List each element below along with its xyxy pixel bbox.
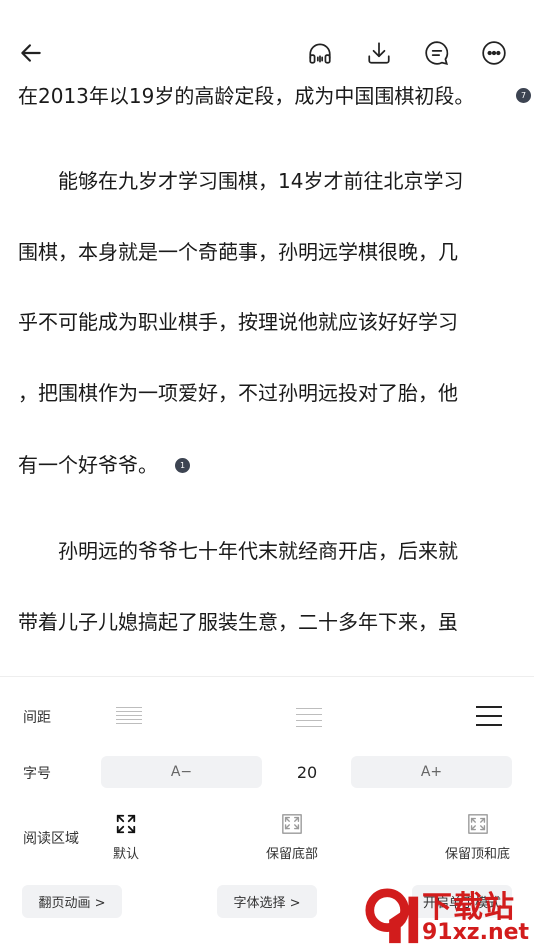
area-default-caption: 默认 [113, 847, 140, 862]
decrease-font-button[interactable]: A− [101, 756, 262, 788]
watermark-url: 91xz.net [422, 920, 530, 945]
expand-icon [116, 814, 136, 834]
area-keep-top-bottom-option[interactable]: 保留顶和底 [445, 813, 510, 862]
note-badge[interactable]: 7 [516, 88, 531, 103]
area-keep-top-bottom-caption: 保留顶和底 [445, 847, 511, 862]
watermark: 下载站 91xz.net [362, 880, 534, 950]
comment-icon [425, 41, 449, 66]
text-line: 有一个好爷爷。 [18, 453, 158, 477]
note-badge[interactable]: 1 [175, 458, 190, 473]
text-line: 孙明远的爷爷七十年代末就经商开店，后来就 [18, 539, 458, 563]
more-button[interactable] [479, 38, 509, 68]
top-toolbar [0, 0, 534, 78]
headphones-icon [309, 43, 331, 64]
expand-keep-bottom-icon [282, 814, 302, 834]
text-line: 围棋，本身就是一个奇葩事，孙明远学棋很晚，几 [18, 240, 458, 264]
comment-button[interactable] [422, 38, 452, 68]
back-button[interactable] [16, 38, 46, 68]
font-select-button[interactable]: 字体选择 > [217, 885, 317, 918]
expand-keep-top-bottom-icon [467, 814, 488, 834]
area-keep-bottom-option[interactable]: 保留底部 [266, 813, 318, 862]
area-keep-bottom-caption: 保留底部 [266, 847, 319, 862]
text-line: ，把围棋作为一项爱好，不过孙明远投对了胎，他 [18, 381, 458, 405]
more-icon [482, 41, 506, 65]
text-line: 乎不可能成为职业棋手，按理说他就应该好好学习 [18, 310, 458, 334]
download-button[interactable] [364, 38, 394, 68]
page-animation-button[interactable]: 翻页动画 > [22, 885, 122, 918]
arrow-left-icon [21, 44, 41, 62]
reading-content: 在2013年以19岁的高龄定段，成为中国围棋初段。 7 能够在九岁才学习围棋，1… [0, 78, 534, 676]
increase-font-button[interactable]: A+ [351, 756, 512, 788]
watermark-logo-icon [365, 888, 419, 944]
area-default-option[interactable]: 默认 [113, 813, 139, 862]
font-size-label: 字号 [23, 766, 51, 782]
font-size-value: 20 [296, 763, 318, 782]
text-line: 能够在九岁才学习围棋，14岁才前往北京学习 [18, 169, 464, 193]
spacing-loose-option[interactable] [476, 705, 504, 727]
text-line: 在2013年以19岁的高龄定段，成为中国围棋初段。 [18, 84, 475, 108]
spacing-medium-option[interactable] [296, 705, 324, 727]
listen-button[interactable] [305, 38, 335, 68]
spacing-label: 间距 [23, 710, 51, 726]
spacing-compact-option[interactable] [116, 705, 144, 727]
reading-area-label: 阅读区域 [23, 831, 79, 847]
text-line: 带着儿子儿媳搞起了服装生意，二十多年下来，虽 [18, 610, 458, 634]
download-icon [368, 42, 390, 64]
